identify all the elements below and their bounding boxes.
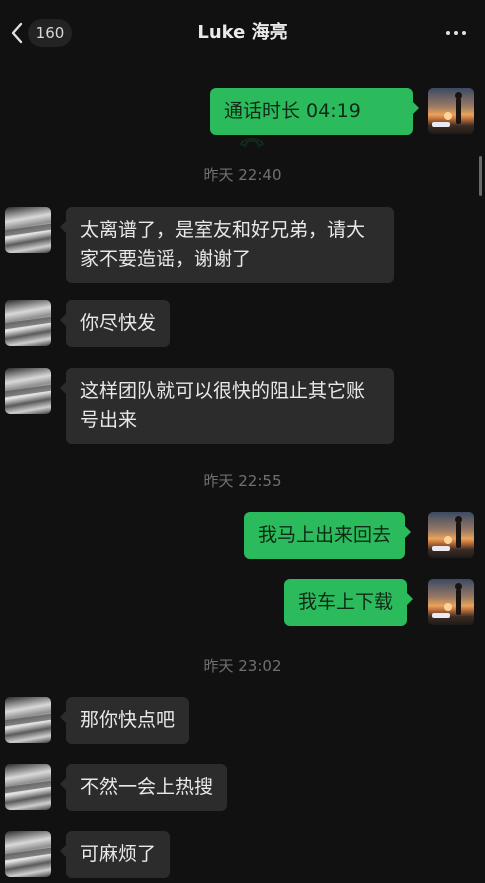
more-options-icon[interactable]: [444, 24, 468, 42]
call-record-bubble[interactable]: 通话时长 04:19: [210, 88, 419, 147]
outgoing-message[interactable]: 我马上出来回去: [244, 512, 412, 559]
incoming-message[interactable]: 太离谱了，是室友和好兄弟，请大家不要造谣，谢谢了: [60, 207, 394, 283]
timestamp: 昨天 22:40: [203, 166, 282, 184]
friend-avatar[interactable]: [5, 764, 51, 810]
my-avatar[interactable]: [428, 579, 474, 625]
friend-avatar[interactable]: [5, 831, 51, 877]
top-nav-bar: 160 Luke 海亮: [0, 0, 485, 64]
timestamp: 昨天 23:02: [203, 657, 282, 675]
my-avatar[interactable]: [428, 512, 474, 558]
incoming-message[interactable]: 不然一会上热搜: [59, 764, 228, 811]
friend-avatar[interactable]: [5, 207, 51, 253]
friend-avatar[interactable]: [5, 697, 51, 743]
scrollbar[interactable]: [479, 156, 482, 196]
timestamp: 昨天 22:55: [203, 472, 282, 490]
chat-title: Luke 海亮: [197, 22, 288, 43]
my-avatar[interactable]: [428, 88, 474, 134]
incoming-message[interactable]: 那你快点吧: [59, 697, 190, 744]
back-chevron-icon[interactable]: [8, 20, 28, 46]
call-duration-text: 通话时长 04:19: [224, 100, 361, 122]
incoming-message[interactable]: 你尽快发: [59, 300, 171, 347]
outgoing-message[interactable]: 我车上下载: [284, 579, 414, 626]
friend-avatar[interactable]: [5, 368, 51, 414]
friend-avatar[interactable]: [5, 300, 51, 346]
incoming-message[interactable]: 可麻烦了: [59, 831, 171, 878]
phone-hangup-icon: [240, 137, 264, 147]
unread-count-badge[interactable]: 160: [28, 19, 72, 47]
incoming-message[interactable]: 这样团队就可以很快的阻止其它账号出来: [60, 368, 394, 444]
